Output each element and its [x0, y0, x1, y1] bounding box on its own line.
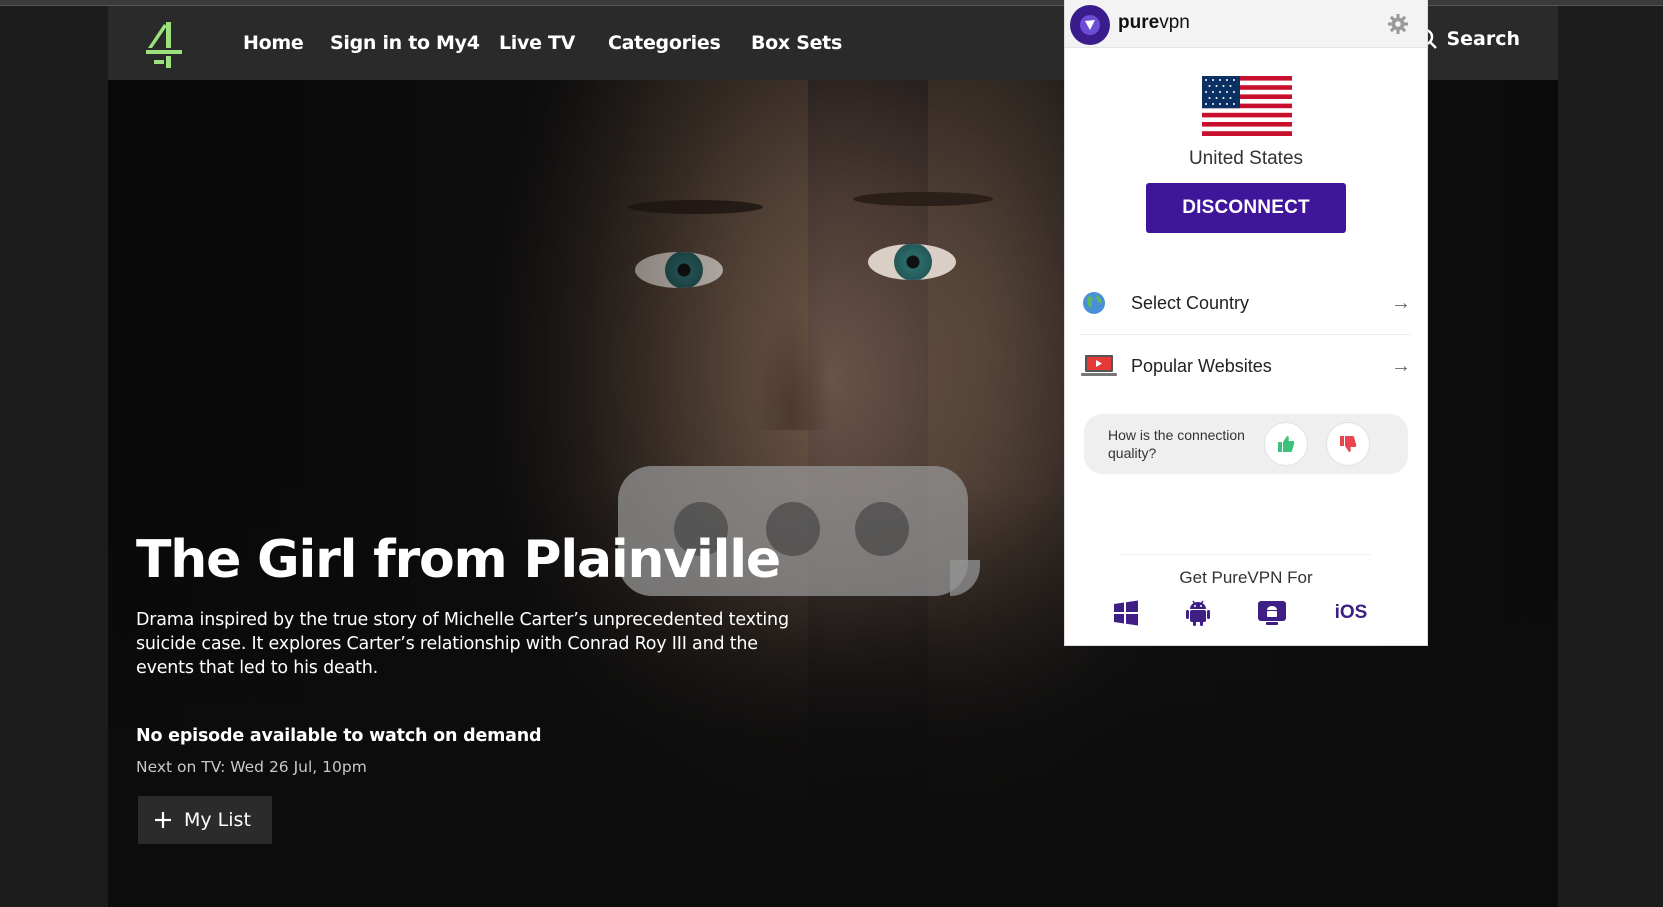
next-on-tv: Next on TV: Wed 26 Jul, 10pm — [136, 758, 367, 776]
show-title: The Girl from Plainville — [136, 530, 781, 590]
select-country-label: Select Country — [1131, 292, 1250, 313]
arrow-right-icon: → — [1391, 354, 1411, 377]
select-country-row[interactable]: Select Country → — [1081, 272, 1411, 334]
vpn-header: purevpn — [1065, 0, 1427, 48]
android-download[interactable] — [1183, 598, 1213, 628]
popular-websites-row[interactable]: Popular Websites → — [1081, 335, 1411, 397]
gear-icon[interactable] — [1387, 13, 1409, 35]
disconnect-button[interactable]: DISCONNECT — [1146, 183, 1346, 233]
android-icon — [1186, 600, 1210, 626]
connected-country: United States — [1188, 148, 1304, 169]
thumbs-down-icon — [1340, 436, 1357, 452]
windows-icon — [1114, 600, 1138, 626]
screen: Home Sign in to My4 Live TV Categories B… — [0, 0, 1663, 907]
search-button[interactable]: Search — [1416, 28, 1520, 50]
purevpn-logo-icon — [1070, 5, 1110, 45]
nav-home[interactable]: Home — [243, 32, 304, 54]
platforms-divider — [1121, 554, 1371, 555]
availability-notice: No episode available to watch on demand — [136, 726, 542, 746]
connection-feedback: How is the connection quality? — [1084, 414, 1408, 474]
android-tv-icon — [1258, 601, 1286, 625]
popular-websites-label: Popular Websites — [1131, 355, 1272, 376]
purevpn-popup: purevpn United States DISCONNECT Select … — [1065, 0, 1427, 645]
nav-box-sets[interactable]: Box Sets — [751, 32, 842, 54]
thumbs-down-button[interactable] — [1326, 422, 1370, 466]
show-description: Drama inspired by the true story of Mich… — [136, 610, 789, 678]
get-purevpn-label: Get PureVPN For — [1179, 568, 1313, 587]
us-flag-icon — [1202, 76, 1292, 136]
my-list-button[interactable]: My List — [138, 796, 272, 844]
nav-live-tv[interactable]: Live TV — [499, 32, 575, 54]
nav-sign-in[interactable]: Sign in to My4 — [330, 32, 480, 54]
ios-download[interactable]: iOS — [1331, 598, 1371, 628]
thumbs-up-button[interactable] — [1264, 422, 1308, 466]
windows-download[interactable] — [1111, 598, 1141, 628]
feedback-question: How is the connection quality? — [1108, 427, 1245, 461]
search-label: Search — [1446, 28, 1520, 50]
thumbs-up-icon — [1278, 436, 1295, 452]
globe-icon — [1083, 292, 1105, 314]
my-list-label: My List — [184, 809, 251, 831]
laptop-youtube-icon — [1081, 355, 1117, 376]
plus-icon — [155, 812, 171, 828]
channel4-logo-icon[interactable] — [144, 20, 184, 70]
nav-categories[interactable]: Categories — [608, 32, 721, 54]
arrow-right-icon: → — [1391, 291, 1411, 314]
vpn-brand: purevpn — [1118, 12, 1190, 33]
android-tv-download[interactable] — [1257, 598, 1287, 628]
